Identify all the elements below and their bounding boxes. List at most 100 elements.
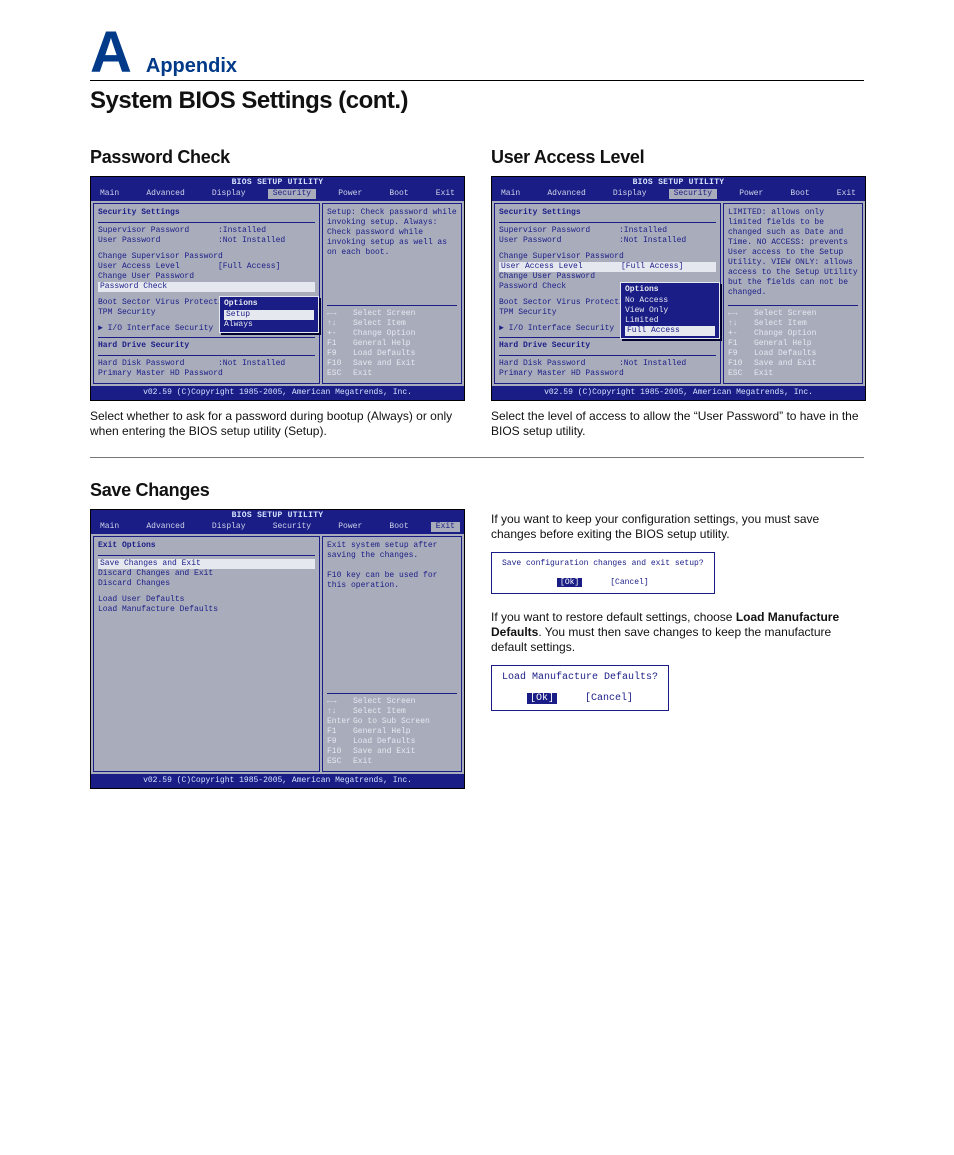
bios-screenshot-user-access: BIOS SETUP UTILITY Main Advanced Display… [491, 176, 866, 401]
bios-left-pane: Exit Options Save Changes and Exit Disca… [93, 536, 320, 772]
dialog-load-defaults: Load Manufacture Defaults? [Ok] [Cancel] [491, 665, 669, 711]
hard-disk-password-label: Hard Disk Password [98, 359, 218, 369]
user-password-value: :Not Installed [218, 236, 315, 246]
page-title: System BIOS Settings (cont.) [90, 87, 864, 115]
item-user-access-selected: User Access Level[Full Access] [499, 262, 716, 272]
hard-disk-password-value: :Not Installed [218, 359, 315, 369]
dialog-save-confirm: Save configuration changes and exit setu… [491, 552, 715, 594]
bios-menu: Main Advanced Display Security Power Boo… [91, 188, 464, 201]
popup-option-limited: Limited [625, 316, 715, 326]
dialog-ok-button: [Ok] [527, 693, 557, 704]
user-access-value: [Full Access] [218, 262, 315, 272]
menu-display: Display [207, 522, 251, 532]
menu-security: Security [268, 522, 316, 532]
popup-option-view-only: View Only [625, 306, 715, 316]
hard-drive-security-title: Hard Drive Security [98, 341, 315, 351]
user-password-label: User Password [499, 236, 619, 246]
item-load-user-defaults: Load User Defaults [98, 595, 315, 605]
supervisor-password-label: Supervisor Password [499, 226, 619, 236]
bios-key-legend: ←→Select Screen ↑↓Select Item +-Change O… [728, 309, 858, 379]
bios-key-legend: ←→Select Screen ↑↓Select Item +-Change O… [327, 309, 457, 379]
popup-option-no-access: No Access [625, 296, 715, 306]
user-password-value: :Not Installed [619, 236, 716, 246]
supervisor-password-value: :Installed [619, 226, 716, 236]
menu-boot: Boot [384, 189, 413, 199]
dialog-cancel-button: [Cancel] [610, 578, 648, 587]
menu-advanced: Advanced [542, 189, 590, 199]
dialog-ok-button: [Ok] [557, 578, 582, 587]
bios-right-pane: LIMITED: allows only limited fields to b… [723, 203, 863, 384]
popup-option-full-access: Full Access [625, 326, 715, 336]
popup-option-setup: Setup [224, 310, 314, 320]
heading-save-changes: Save Changes [90, 480, 463, 501]
bios-screenshot-password-check: BIOS SETUP UTILITY Main Advanced Display… [90, 176, 465, 401]
bios-menu: Main Advanced Display Security Power Boo… [91, 521, 464, 534]
heading-user-access: User Access Level [491, 147, 864, 168]
menu-advanced: Advanced [141, 189, 189, 199]
appendix-letter: A [90, 30, 132, 76]
supervisor-password-label: Supervisor Password [98, 226, 218, 236]
bios-footer: v02.59 (C)Copyright 1985-2005, American … [91, 386, 464, 400]
hard-disk-password-label: Hard Disk Password [499, 359, 619, 369]
caption-user-access: Select the level of access to allow the … [491, 409, 864, 439]
save-changes-para1: If you want to keep your configuration s… [491, 512, 864, 542]
bios-footer: v02.59 (C)Copyright 1985-2005, American … [492, 386, 865, 400]
bios-left-pane: Security Settings Supervisor Password:In… [93, 203, 320, 384]
item-change-user: Change User Password [499, 272, 716, 282]
item-user-access-level: User Access Level [98, 262, 218, 272]
item-primary-master-hd: Primary Master HD Password [98, 369, 315, 379]
menu-exit: Exit [431, 522, 460, 532]
menu-display: Display [608, 189, 652, 199]
section-title: Security Settings [98, 208, 315, 218]
menu-exit: Exit [431, 189, 460, 199]
menu-power: Power [734, 189, 768, 199]
hard-disk-password-value: :Not Installed [619, 359, 716, 369]
menu-boot: Boot [785, 189, 814, 199]
dialog-load-msg: Load Manufacture Defaults? [502, 672, 658, 683]
item-load-manufacture-defaults: Load Manufacture Defaults [98, 605, 315, 615]
bios-title: BIOS SETUP UTILITY [492, 177, 865, 188]
menu-security: Security [268, 189, 316, 199]
section-title: Exit Options [98, 541, 315, 551]
bios-screenshot-save-changes: BIOS SETUP UTILITY Main Advanced Display… [90, 509, 465, 789]
caption-password-check: Select whether to ask for a password dur… [90, 409, 463, 439]
hard-drive-security-title: Hard Drive Security [499, 341, 716, 351]
bios-help-text: LIMITED: allows only limited fields to b… [728, 208, 858, 302]
item-discard-changes: Discard Changes [98, 579, 315, 589]
menu-power: Power [333, 189, 367, 199]
section-divider [90, 457, 864, 458]
menu-advanced: Advanced [141, 522, 189, 532]
menu-exit: Exit [832, 189, 861, 199]
item-change-supervisor: Change Supervisor Password [98, 252, 315, 262]
save-changes-para2: If you want to restore default settings,… [491, 610, 864, 655]
appendix-word: Appendix [146, 55, 237, 78]
item-password-check-selected: Password Check [98, 282, 315, 292]
menu-display: Display [207, 189, 251, 199]
bios-menu: Main Advanced Display Security Power Boo… [492, 188, 865, 201]
bios-help-text: Setup: Check password while invoking set… [327, 208, 457, 302]
heading-password-check: Password Check [90, 147, 463, 168]
item-change-user: Change User Password [98, 272, 315, 282]
menu-main: Main [95, 189, 124, 199]
popup-title: Options [625, 285, 715, 295]
dialog-save-msg: Save configuration changes and exit setu… [502, 559, 704, 568]
bios-right-pane: Setup: Check password while invoking set… [322, 203, 462, 384]
item-change-supervisor: Change Supervisor Password [499, 252, 716, 262]
options-popup: Options Setup Always [219, 296, 319, 333]
bios-help-text: Exit system setup after saving the chang… [327, 541, 457, 690]
supervisor-password-value: :Installed [218, 226, 315, 236]
menu-main: Main [95, 522, 124, 532]
menu-main: Main [496, 189, 525, 199]
popup-option-always: Always [224, 320, 314, 330]
options-popup: Options No Access View Only Limited Full… [620, 282, 720, 339]
bios-left-pane: Security Settings Supervisor Password:In… [494, 203, 721, 384]
bios-title: BIOS SETUP UTILITY [91, 510, 464, 521]
item-discard-and-exit: Discard Changes and Exit [98, 569, 315, 579]
bios-key-legend: ←→Select Screen ↑↓Select Item EnterGo to… [327, 697, 457, 767]
appendix-header: A Appendix [90, 30, 864, 81]
menu-power: Power [333, 522, 367, 532]
dialog-cancel-button: [Cancel] [585, 693, 633, 704]
menu-boot: Boot [384, 522, 413, 532]
bios-footer: v02.59 (C)Copyright 1985-2005, American … [91, 774, 464, 788]
bios-title: BIOS SETUP UTILITY [91, 177, 464, 188]
